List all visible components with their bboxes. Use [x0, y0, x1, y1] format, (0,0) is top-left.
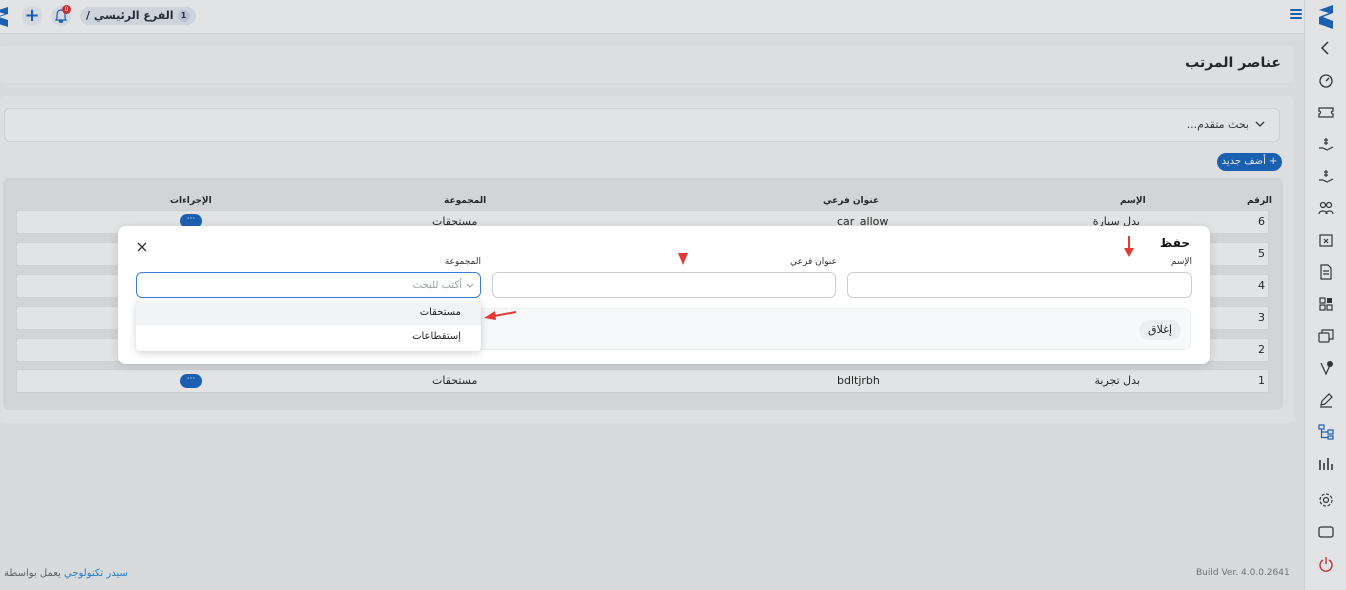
annotation-arrow-icon — [678, 253, 688, 265]
dropdown-option-entitlements[interactable]: مستحقات — [136, 301, 481, 325]
subtitle-field-label: عنوان فرعي — [790, 257, 837, 267]
annotation-arrow-icon — [1124, 236, 1134, 257]
dropdown-option-deductions[interactable]: إستقطاعات — [136, 324, 481, 348]
chevron-down-icon — [466, 283, 474, 288]
group-dropdown-menu: مستحقات إستقطاعات — [136, 300, 481, 351]
subtitle-field[interactable] — [492, 272, 836, 298]
annotation-arrow-icon — [484, 311, 517, 320]
close-button[interactable]: إغلاق — [1139, 320, 1181, 340]
close-icon[interactable] — [135, 240, 149, 254]
group-select[interactable]: أكتب للبحث — [136, 272, 481, 298]
name-field-label: الإسم — [1170, 257, 1192, 267]
group-select-placeholder: أكتب للبحث — [412, 280, 462, 291]
name-field[interactable] — [847, 272, 1192, 298]
group-field-label: المجموعة — [444, 257, 481, 267]
dialog-title: حفظ — [1159, 236, 1190, 250]
